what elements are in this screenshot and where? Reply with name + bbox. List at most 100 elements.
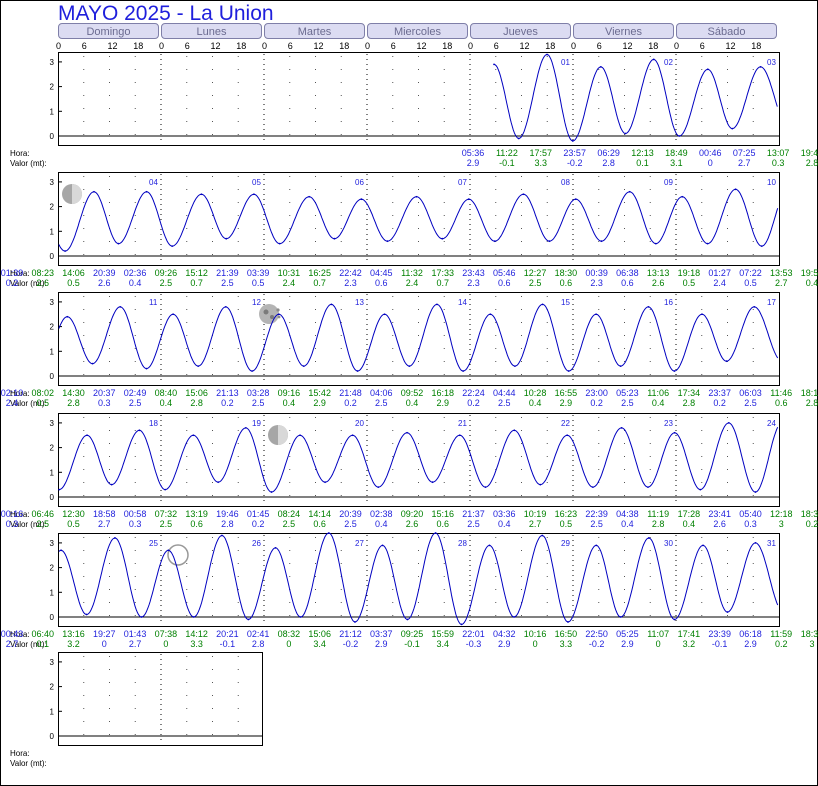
extreme-value-label: 2.5 xyxy=(160,519,173,529)
extreme-value-label: 2.9 xyxy=(744,639,757,649)
extreme-time-label: 21:48 xyxy=(339,388,362,398)
date-label: 18 xyxy=(149,419,158,428)
extreme-time-label: 04:44 xyxy=(493,388,516,398)
extreme-time-label: 16:23 xyxy=(555,509,578,519)
extreme-point xyxy=(489,313,492,316)
extreme-time-label: 16:50 xyxy=(555,629,578,639)
extreme-value-label: 0.2 xyxy=(590,398,603,408)
extreme-time-label: 15:59 xyxy=(432,629,455,639)
extreme-time-label: 18:30 xyxy=(801,509,818,519)
extreme-point xyxy=(706,68,709,71)
extreme-point xyxy=(302,365,305,368)
extreme-point xyxy=(467,198,470,201)
extreme-value-label: 2.9 xyxy=(621,639,634,649)
extreme-time-label: 10:31 xyxy=(278,268,301,278)
extreme-time-label: 06:03 xyxy=(739,388,762,398)
y-tick-label: 1 xyxy=(50,707,55,716)
date-label: 23 xyxy=(664,419,673,428)
extreme-value-label: 2.9 xyxy=(498,639,511,649)
extreme-time-label: 14:12 xyxy=(185,629,208,639)
extreme-time-label: 01:45 xyxy=(247,509,270,519)
extreme-value-label: 0.3 xyxy=(772,158,785,168)
extreme-time-label: 23:43 xyxy=(462,268,485,278)
extreme-value-label: 3 xyxy=(809,639,814,649)
extreme-time-label: 15:12 xyxy=(185,268,208,278)
extreme-time-label: 14:30 xyxy=(62,388,85,398)
extreme-value-label: 0.2 xyxy=(467,398,480,408)
date-label: 03 xyxy=(767,58,776,67)
extreme-value-label: 2.5 xyxy=(375,398,388,408)
extreme-value-label: 3.3 xyxy=(190,639,203,649)
y-tick-label: 3 xyxy=(50,658,55,667)
extreme-point xyxy=(85,613,88,616)
extreme-value-label: 3.3 xyxy=(535,158,548,168)
extreme-point xyxy=(299,616,302,618)
y-tick-label: 0 xyxy=(50,132,55,141)
extreme-point xyxy=(278,242,281,245)
extreme-time-label: 22:01 xyxy=(462,629,485,639)
extreme-point xyxy=(541,534,544,537)
extreme-time-label: 08:24 xyxy=(278,509,301,519)
extreme-value-label: 2.7 xyxy=(738,158,751,168)
extreme-value-label: 2.4 xyxy=(713,278,726,288)
extreme-time-label: 23:39 xyxy=(708,629,731,639)
extreme-value-label: 2.9 xyxy=(437,398,450,408)
extreme-time-label: 22:50 xyxy=(585,629,608,639)
tide-curve-series xyxy=(58,422,779,493)
extreme-point xyxy=(514,365,516,368)
extreme-value-label: 0.7 xyxy=(437,278,450,288)
date-label: 02 xyxy=(664,58,673,67)
extreme-value-label: 0.4 xyxy=(498,519,511,529)
extreme-value-label: 2.9 xyxy=(560,398,573,408)
extreme-value-label: 0.4 xyxy=(652,398,665,408)
moon-last-quarter-icon xyxy=(268,425,288,445)
extreme-value-label: 0.3 xyxy=(98,398,111,408)
date-label: 25 xyxy=(149,539,158,548)
y-tick-label: 1 xyxy=(50,347,55,356)
extreme-time-label: 02:38 xyxy=(370,509,393,519)
extreme-point xyxy=(324,481,326,484)
extreme-value-label: 0.7 xyxy=(313,278,326,288)
extreme-value-label: 0.6 xyxy=(498,278,511,288)
extreme-time-label: 01:39 xyxy=(1,268,24,278)
extreme-time-label: 06:18 xyxy=(739,629,762,639)
extreme-value-label: 0.6 xyxy=(375,278,388,288)
y-tick-label: 3 xyxy=(50,539,55,548)
extreme-point xyxy=(706,242,709,245)
extreme-point xyxy=(114,537,116,539)
y-tick-label: 1 xyxy=(50,227,55,236)
extreme-value-label: 2.9 xyxy=(467,158,480,168)
extreme-time-label: 05:25 xyxy=(616,629,639,639)
extreme-point xyxy=(567,621,569,623)
extreme-point xyxy=(200,193,203,196)
extreme-point xyxy=(351,434,354,437)
extreme-point xyxy=(647,486,649,489)
date-label: 28 xyxy=(458,539,467,548)
extreme-value-label: 3.4 xyxy=(313,639,326,649)
extreme-point xyxy=(299,434,301,437)
extreme-point xyxy=(383,313,386,316)
y-tick-label: 0 xyxy=(50,252,55,261)
tide-curve-series xyxy=(493,53,778,142)
extreme-point xyxy=(86,434,88,437)
y-tick-label: 0 xyxy=(50,372,55,381)
extreme-point xyxy=(701,313,703,316)
extreme-point xyxy=(244,426,247,429)
date-label: 12 xyxy=(252,298,261,307)
hora-row-label: Hora: xyxy=(10,749,30,758)
date-label: 04 xyxy=(149,178,158,187)
extreme-value-label: 0.3 xyxy=(744,519,757,529)
extreme-value-label: 2.5 xyxy=(344,519,357,529)
date-label: 08 xyxy=(561,178,570,187)
extreme-value-label: 3.4 xyxy=(437,639,450,649)
extreme-value-label: 2.7 xyxy=(129,639,142,649)
extreme-time-label: 21:37 xyxy=(462,509,485,519)
extreme-point xyxy=(93,190,95,193)
date-label: 01 xyxy=(561,58,570,67)
extreme-value-label: 0.4 xyxy=(160,398,173,408)
extreme-point xyxy=(138,429,141,432)
extreme-value-label: -0.2 xyxy=(343,639,359,649)
extreme-point xyxy=(517,137,520,140)
extreme-point xyxy=(731,127,734,130)
extreme-time-label: 18:58 xyxy=(93,509,116,519)
